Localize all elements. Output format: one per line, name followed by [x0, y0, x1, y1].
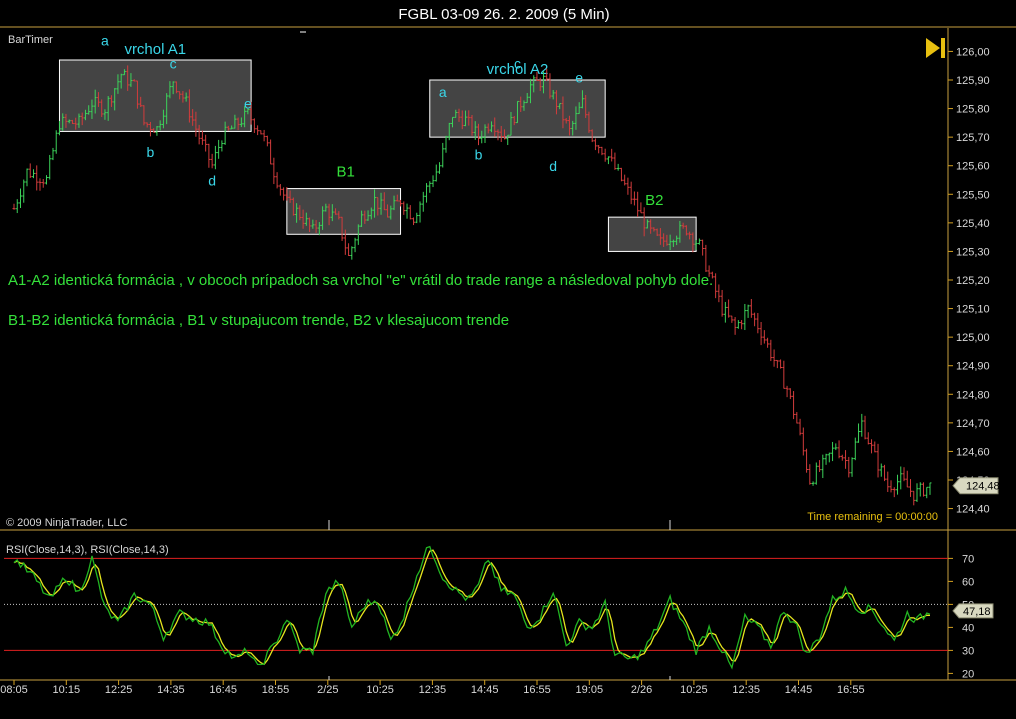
- region-label: B2: [645, 192, 663, 209]
- price-tick-label: 125,70: [956, 132, 990, 144]
- annotation-line-1: A1-A2 identická formácia , v obcoch príp…: [8, 272, 713, 289]
- rsi-tick-label: 30: [962, 645, 974, 657]
- price-tick-label: 124,90: [956, 361, 990, 373]
- x-tick-label: 14:35: [157, 684, 185, 696]
- point-label: d: [549, 158, 557, 174]
- rsi-tick-label: 40: [962, 622, 974, 634]
- price-tick-label: 124,40: [956, 504, 990, 516]
- x-tick-label: 08:05: [0, 684, 28, 696]
- point-label: e: [244, 95, 252, 111]
- point-label: d: [208, 172, 216, 188]
- price-tick-label: 125,90: [956, 75, 990, 87]
- x-tick-label: 14:45: [785, 684, 813, 696]
- price-tick-label: 126,00: [956, 46, 990, 58]
- x-tick-label: 2/26: [631, 684, 652, 696]
- rsi-tick-label: 20: [962, 668, 974, 680]
- x-tick-label: 16:55: [523, 684, 551, 696]
- point-label: a: [439, 84, 447, 100]
- price-tick-label: 125,40: [956, 218, 990, 230]
- point-label: b: [147, 144, 155, 160]
- rsi-current-value: 47,18: [963, 606, 991, 618]
- bartimer-label: BarTimer: [8, 34, 53, 46]
- x-tick-label: 2/25: [317, 684, 338, 696]
- region-box: [286, 188, 402, 235]
- price-tick-label: 125,50: [956, 189, 990, 201]
- price-tick-label: 125,10: [956, 304, 990, 316]
- rsi-tick-label: 60: [962, 576, 974, 588]
- x-tick-label: 10:15: [53, 684, 81, 696]
- chart-title: FGBL 03-09 26. 2. 2009 (5 Min): [398, 6, 609, 23]
- rsi-panel-label: RSI(Close,14,3), RSI(Close,14,3): [6, 544, 169, 556]
- price-tick-label: 124,70: [956, 418, 990, 430]
- region-box: [607, 216, 697, 252]
- chart-canvas: FGBL 03-09 26. 2. 2009 (5 Min) vrchol A1…: [0, 0, 1016, 719]
- point-label: c: [514, 55, 521, 71]
- x-tick-label: 12:35: [732, 684, 760, 696]
- x-tick-label: 16:45: [209, 684, 237, 696]
- price-tick-label: 125,00: [956, 332, 990, 344]
- x-tick-label: 14:45: [471, 684, 499, 696]
- rsi-value-badge: 47,18: [952, 603, 994, 619]
- annotation-line-2: B1-B2 identická formácia , B1 v stupajuc…: [8, 312, 509, 329]
- price-tick-label: 125,80: [956, 104, 990, 116]
- price-tick-label: 125,60: [956, 161, 990, 173]
- price-tick-label: 124,60: [956, 446, 990, 458]
- x-tick-label: 12:25: [105, 684, 133, 696]
- x-tick-label: 16:55: [837, 684, 865, 696]
- region-box: [58, 59, 252, 132]
- x-tick-label: 12:35: [419, 684, 447, 696]
- x-tick-label: 18:55: [262, 684, 290, 696]
- x-tick-label: 10:25: [680, 684, 708, 696]
- price-tick-label: 125,20: [956, 275, 990, 287]
- point-label: c: [170, 55, 177, 71]
- current-price-badge: 124,48: [952, 477, 1000, 495]
- time-remaining-text: Time remaining = 00:00:00: [807, 511, 938, 523]
- current-price-value: 124,48: [966, 481, 1000, 493]
- x-tick-label: 19:05: [576, 684, 604, 696]
- point-label: e: [575, 70, 583, 86]
- x-tick-label: 10:25: [366, 684, 394, 696]
- price-tick-label: 124,80: [956, 389, 990, 401]
- price-tick-label: 125,30: [956, 246, 990, 258]
- copyright-text: © 2009 NinjaTrader, LLC: [6, 517, 127, 529]
- point-label: a: [101, 32, 109, 48]
- region-label: B1: [337, 164, 355, 181]
- point-label: b: [475, 147, 483, 163]
- region-label: vrchol A1: [124, 41, 186, 58]
- rsi-tick-label: 70: [962, 553, 974, 565]
